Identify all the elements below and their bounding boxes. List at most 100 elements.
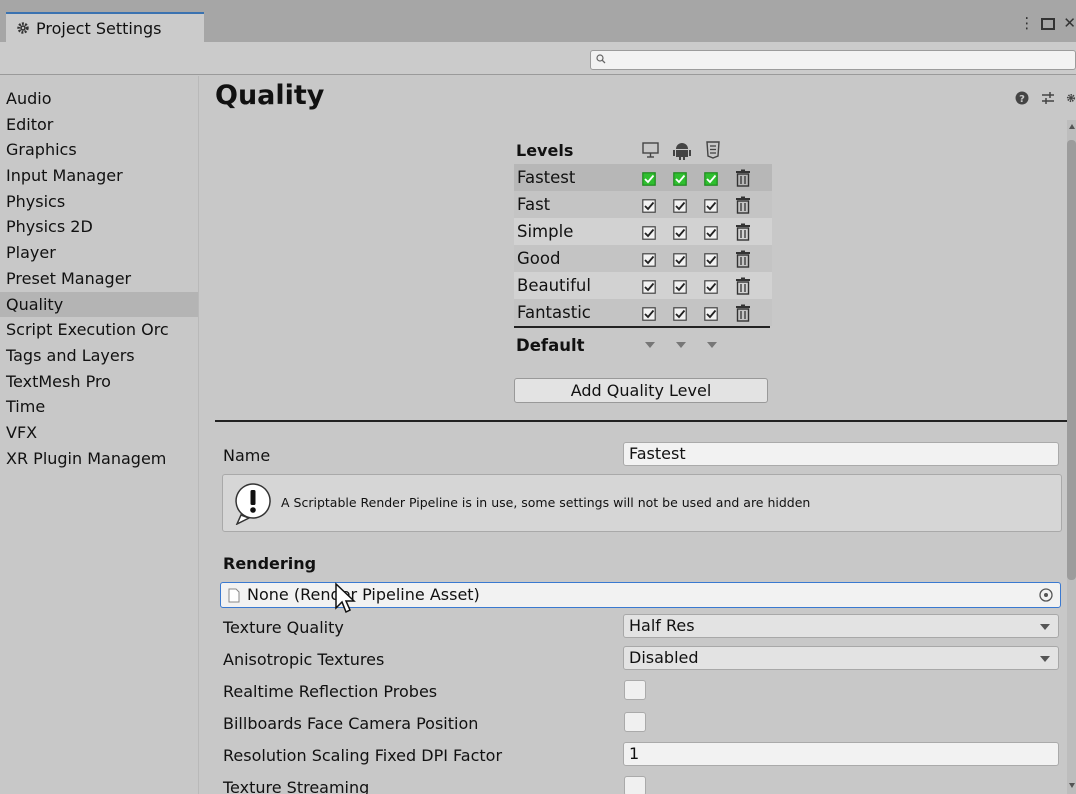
level-platform-checkbox[interactable] — [704, 198, 718, 213]
level-platform-checkbox[interactable] — [704, 306, 718, 321]
preset-icon[interactable] — [1040, 90, 1056, 106]
billboards-checkbox[interactable] — [624, 712, 646, 732]
sidebar-item[interactable]: XR Plugin Managem — [0, 446, 198, 472]
header-toolbar: ? — [1014, 90, 1076, 106]
default-dropdown-desktop[interactable] — [645, 342, 655, 348]
sidebar-item[interactable]: VFX — [0, 420, 198, 446]
level-row[interactable]: Fantastic — [514, 299, 772, 326]
level-platform-checkbox[interactable] — [642, 306, 656, 321]
level-platform-checkbox[interactable] — [673, 171, 687, 186]
search-bar — [0, 42, 1076, 75]
sidebar-item[interactable]: Physics — [0, 189, 198, 215]
level-platform-checkbox[interactable] — [673, 306, 687, 321]
add-quality-level-button[interactable]: Add Quality Level — [514, 378, 768, 403]
level-row[interactable]: Beautiful — [514, 272, 772, 299]
maximize-icon[interactable] — [1041, 18, 1056, 30]
texture-quality-value: Half Res — [629, 616, 695, 635]
level-platform-checkbox[interactable] — [673, 279, 687, 294]
tab-project-settings[interactable]: Project Settings — [6, 12, 204, 42]
trash-icon[interactable] — [735, 277, 751, 295]
asset-file-icon — [228, 588, 240, 603]
page-title: Quality — [215, 80, 325, 111]
sidebar-item[interactable]: Input Manager — [0, 163, 198, 189]
window-controls: ⋮ ✕ — [1019, 14, 1076, 32]
trash-icon[interactable] — [735, 304, 751, 322]
scroll-up-icon[interactable] — [1069, 124, 1075, 129]
html5-icon — [706, 141, 720, 159]
level-row[interactable]: Fastest — [514, 164, 772, 191]
name-field[interactable]: Fastest — [623, 442, 1059, 466]
tab-title: Project Settings — [36, 18, 162, 38]
help-message: A Scriptable Render Pipeline is in use, … — [281, 495, 811, 510]
settings-gear-icon[interactable] — [1066, 90, 1076, 106]
default-label: Default — [516, 335, 585, 355]
search-input[interactable] — [590, 50, 1076, 70]
section-divider — [215, 420, 1067, 422]
default-dropdown-webgl[interactable] — [707, 342, 717, 348]
level-row[interactable]: Fast — [514, 191, 772, 218]
scrollbar[interactable] — [1067, 120, 1076, 794]
level-platform-checkbox[interactable] — [642, 279, 656, 294]
dpi-factor-field[interactable]: 1 — [623, 742, 1059, 766]
sidebar-item[interactable]: Script Execution Orc — [0, 317, 198, 343]
gear-icon — [17, 22, 29, 34]
settings-sidebar: Audio Editor Graphics Input Manager Physics P… — [0, 76, 198, 794]
more-options-icon[interactable]: ⋮ — [1019, 14, 1034, 32]
chevron-down-icon — [1040, 656, 1050, 662]
texture-quality-dropdown[interactable]: Half Res — [623, 614, 1059, 638]
billboards-label: Billboards Face Camera Position — [223, 714, 479, 733]
sidebar-item[interactable]: Time — [0, 394, 198, 420]
mouse-cursor-icon — [335, 582, 356, 614]
name-label: Name — [223, 446, 271, 465]
sidebar-item[interactable]: Tags and Layers — [0, 343, 198, 369]
close-icon[interactable]: ✕ — [1063, 14, 1076, 32]
level-name: Fastest — [517, 168, 576, 187]
anisotropic-dropdown[interactable]: Disabled — [623, 646, 1059, 670]
sidebar-item[interactable]: Player — [0, 240, 198, 266]
help-box: A Scriptable Render Pipeline is in use, … — [222, 474, 1062, 532]
level-row[interactable]: Simple — [514, 218, 772, 245]
sidebar-item[interactable]: Audio — [0, 86, 198, 112]
sidebar-item[interactable]: TextMesh Pro — [0, 369, 198, 395]
scrollbar-thumb[interactable] — [1067, 140, 1076, 580]
help-icon[interactable]: ? — [1014, 90, 1030, 106]
level-platform-checkbox[interactable] — [704, 171, 718, 186]
level-platform-checkbox[interactable] — [642, 252, 656, 267]
scroll-down-icon[interactable] — [1069, 783, 1075, 788]
reflection-probes-checkbox[interactable] — [624, 680, 646, 700]
level-platform-checkbox[interactable] — [673, 252, 687, 267]
level-name: Simple — [517, 222, 574, 241]
texture-quality-label: Texture Quality — [223, 618, 344, 637]
texture-streaming-checkbox[interactable] — [624, 776, 646, 794]
level-platform-checkbox[interactable] — [673, 225, 687, 240]
object-picker-icon[interactable] — [1038, 587, 1054, 603]
sidebar-item[interactable]: Physics 2D — [0, 214, 198, 240]
sidebar-item[interactable]: Quality — [0, 291, 198, 318]
level-platform-checkbox[interactable] — [673, 198, 687, 213]
level-platform-checkbox[interactable] — [704, 252, 718, 267]
trash-icon[interactable] — [735, 223, 751, 241]
default-dropdown-android[interactable] — [676, 342, 686, 348]
quality-panel: Quality ? Levels Fastest Fast Simple Goo… — [198, 76, 1076, 794]
level-platform-checkbox[interactable] — [642, 198, 656, 213]
warning-bubble-icon — [235, 483, 271, 525]
sidebar-item[interactable]: Editor — [0, 112, 198, 138]
level-platform-checkbox[interactable] — [704, 279, 718, 294]
trash-icon[interactable] — [735, 250, 751, 268]
level-platform-checkbox[interactable] — [704, 225, 718, 240]
reflection-probes-label: Realtime Reflection Probes — [223, 682, 438, 701]
sidebar-item[interactable]: Preset Manager — [0, 266, 198, 292]
level-platform-checkbox[interactable] — [642, 171, 656, 186]
sidebar-item[interactable]: Graphics — [0, 137, 198, 163]
trash-icon[interactable] — [735, 196, 751, 214]
dpi-factor-label: Resolution Scaling Fixed DPI Factor — [223, 746, 503, 765]
rendering-section-title: Rendering — [223, 554, 317, 573]
levels-header: Levels — [514, 136, 772, 164]
window-tab-bar: Project Settings ⋮ ✕ — [0, 0, 1076, 42]
level-row[interactable]: Good — [514, 245, 772, 272]
level-name: Fast — [517, 195, 551, 214]
trash-icon[interactable] — [735, 169, 751, 187]
level-platform-checkbox[interactable] — [642, 225, 656, 240]
level-name: Good — [517, 249, 561, 268]
render-pipeline-asset-value: None (Render Pipeline Asset) — [247, 585, 480, 604]
